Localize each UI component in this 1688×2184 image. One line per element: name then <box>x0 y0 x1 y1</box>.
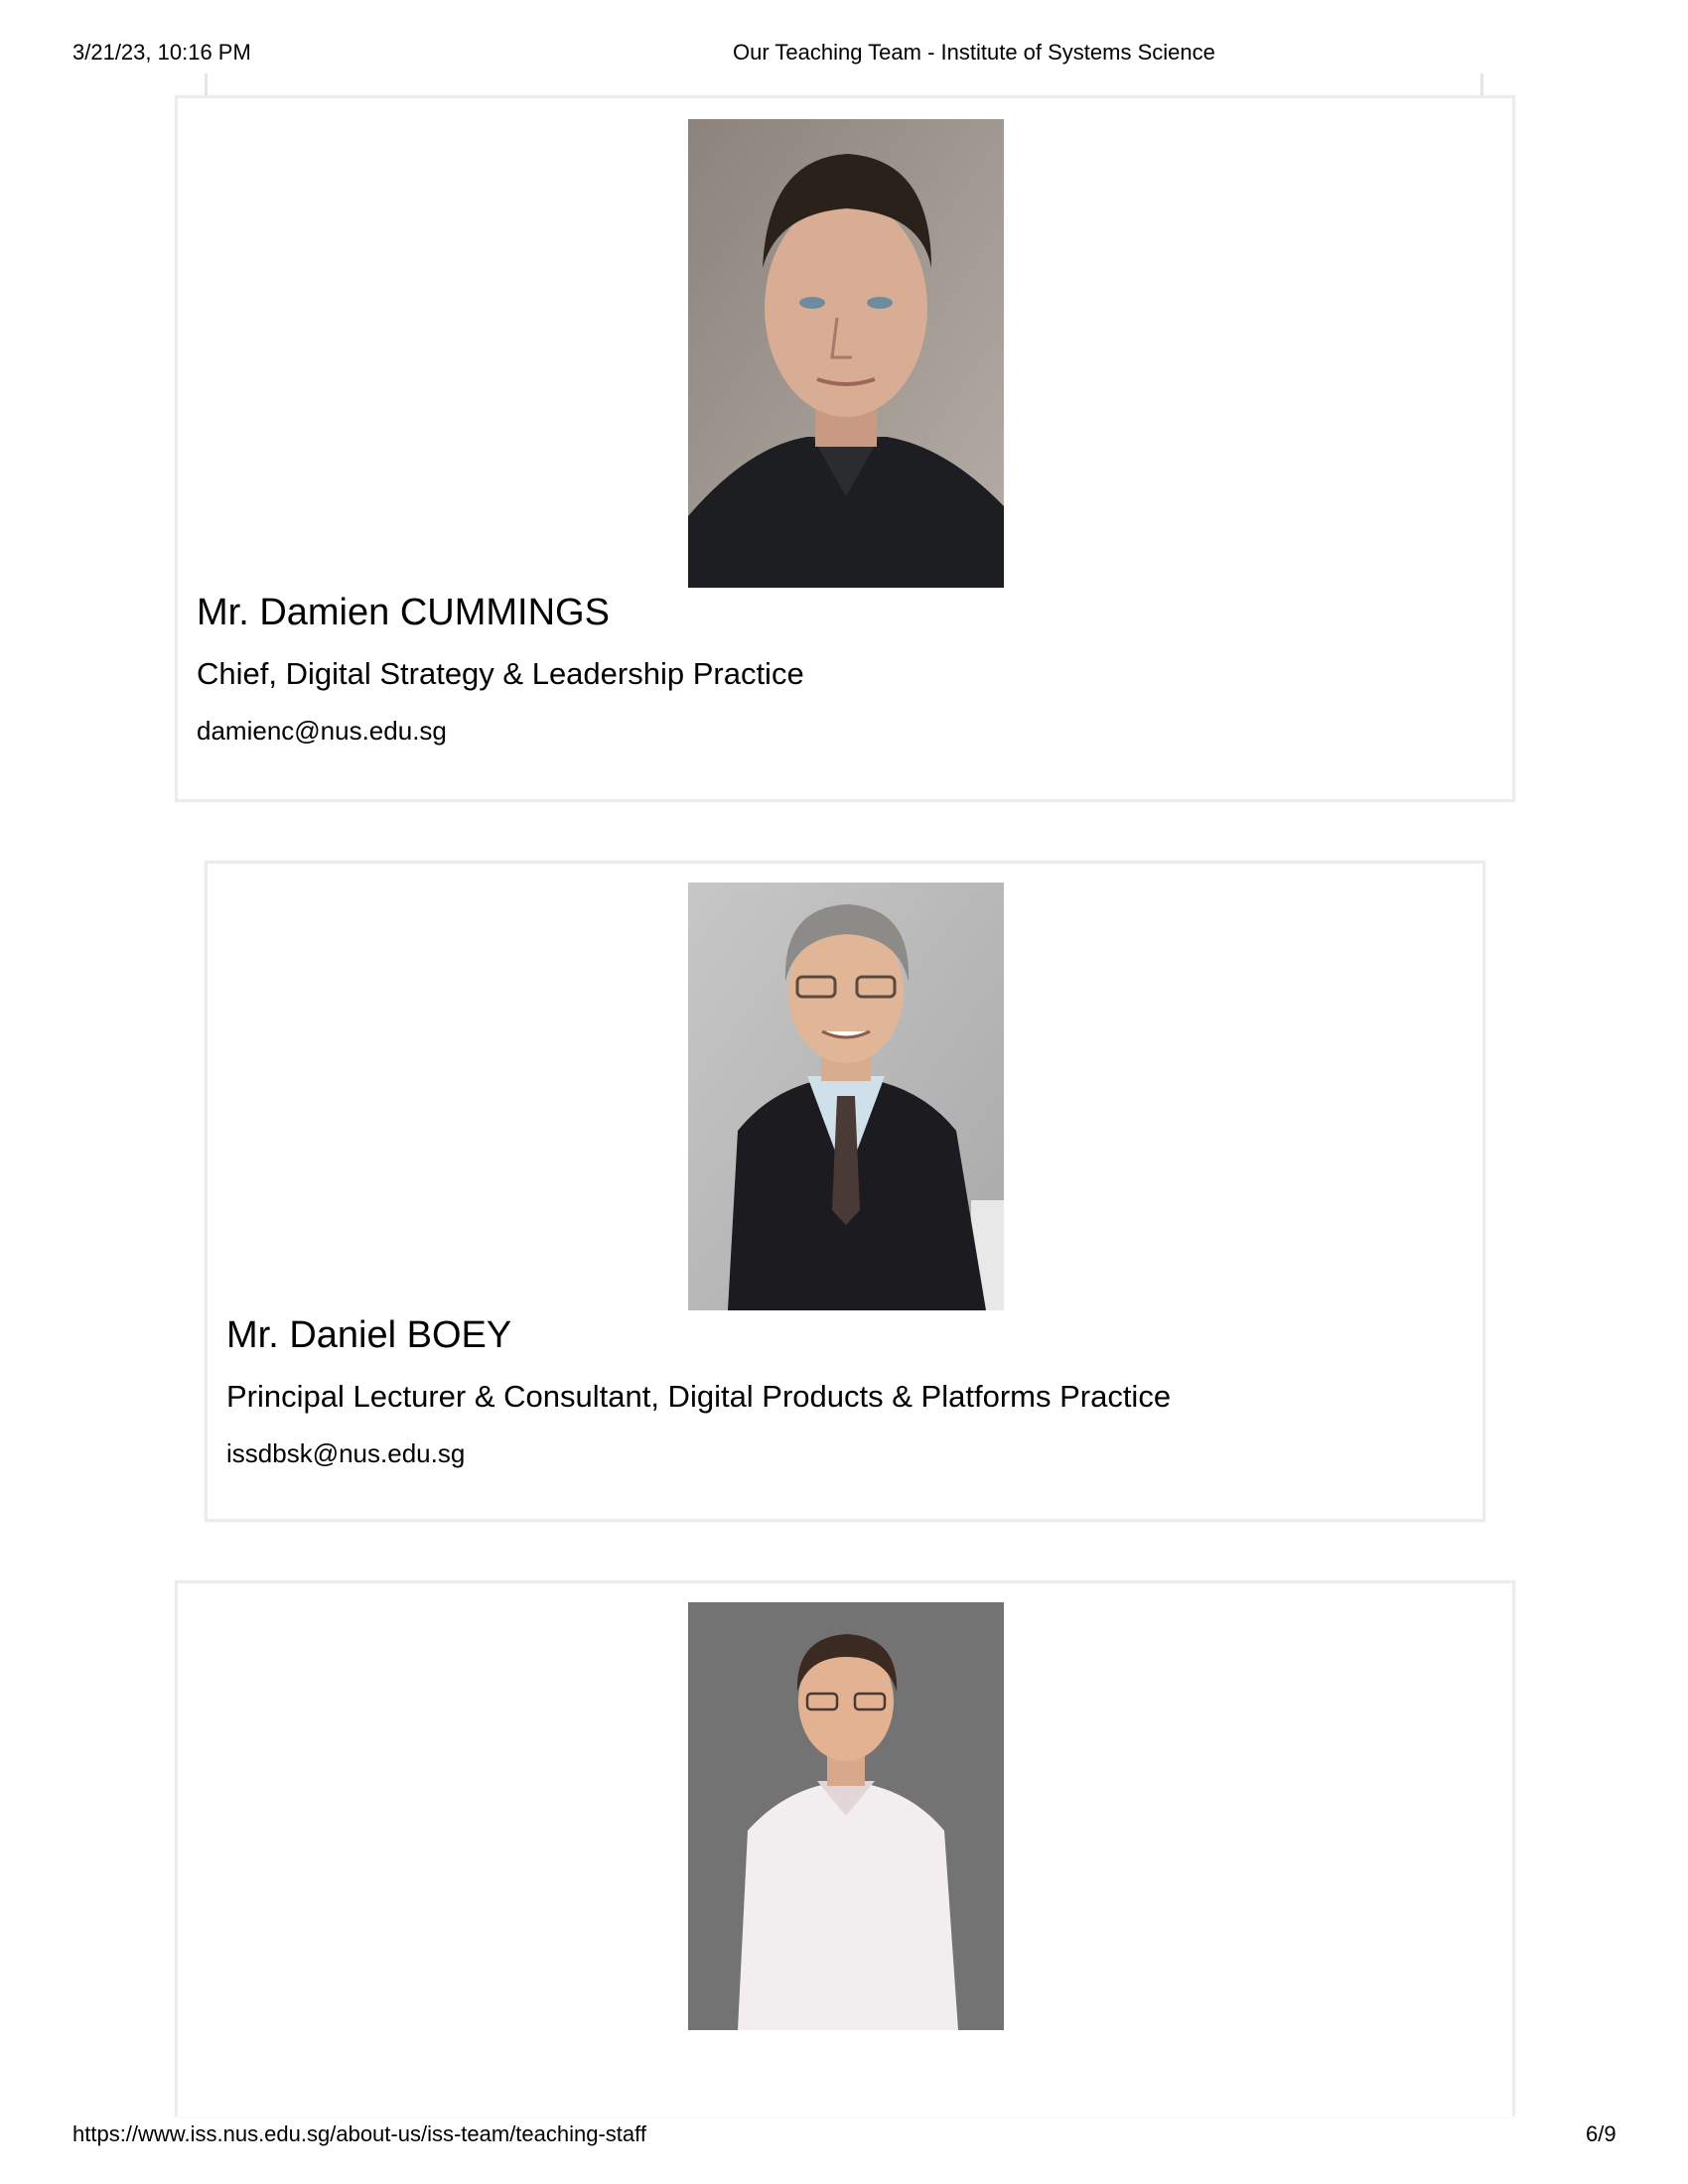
staff-title: Chief, Digital Strategy & Leadership Pra… <box>197 656 804 691</box>
staff-photo <box>688 119 1004 588</box>
previous-card-edge <box>205 73 1483 97</box>
staff-email: damienc@nus.edu.sg <box>197 716 447 746</box>
print-page-number: 6/9 <box>1586 2121 1617 2146</box>
staff-photo <box>688 1602 1004 2030</box>
print-url: https://www.iss.nus.edu.sg/about-us/iss-… <box>72 2121 646 2146</box>
staff-photo <box>688 883 1004 1310</box>
staff-name: Mr. Damien CUMMINGS <box>197 592 610 633</box>
staff-name: Mr. Daniel BOEY <box>226 1314 512 1356</box>
staff-email: issdbsk@nus.edu.sg <box>226 1438 466 1468</box>
print-page-title: Our Teaching Team - Institute of Systems… <box>733 40 1215 65</box>
staff-title: Principal Lecturer & Consultant, Digital… <box>226 1379 1172 1414</box>
print-datetime: 3/21/23, 10:16 PM <box>72 40 251 65</box>
